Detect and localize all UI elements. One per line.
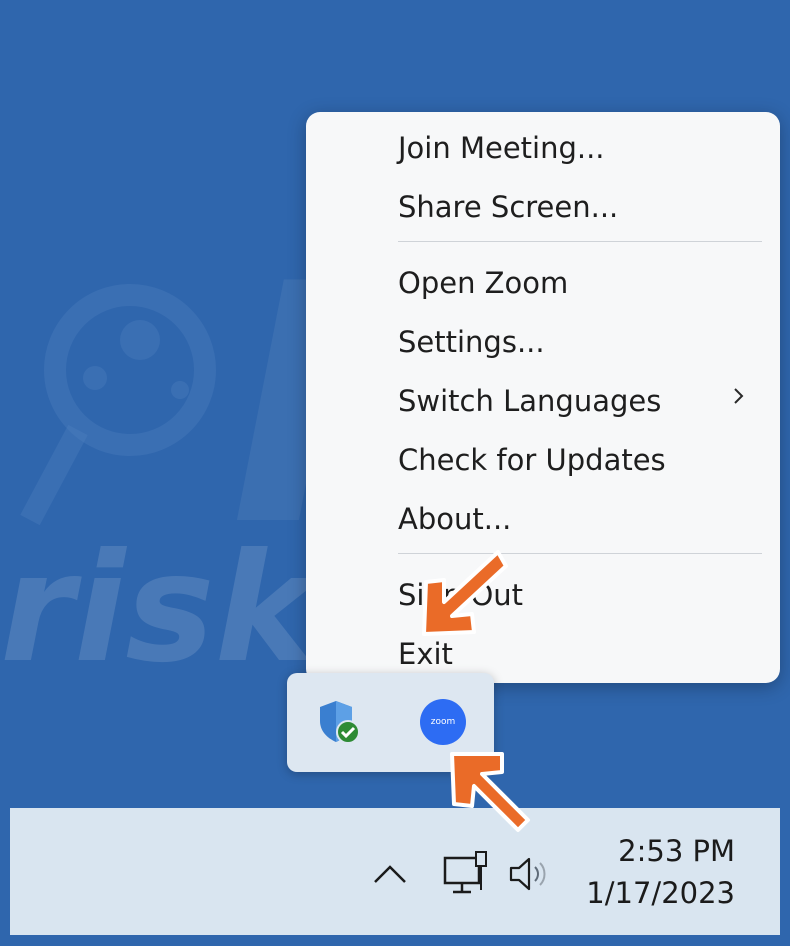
menu-item-join-meeting[interactable]: Join Meeting... xyxy=(398,130,605,166)
zoom-context-menu: Join Meeting... Share Screen... Open Zoo… xyxy=(306,112,780,683)
menu-item-settings[interactable]: Settings... xyxy=(398,324,545,360)
menu-separator xyxy=(398,241,762,242)
menu-item-share-screen[interactable]: Share Screen... xyxy=(398,189,618,225)
menu-item-open-zoom[interactable]: Open Zoom xyxy=(398,265,568,301)
taskbar: 2:53 PM 1/17/2023 xyxy=(10,808,780,935)
clock-time: 2:53 PM xyxy=(618,834,735,868)
menu-item-switch-languages[interactable]: Switch Languages xyxy=(398,383,661,419)
zoom-icon-label: zoom xyxy=(430,717,456,727)
chevron-right-icon xyxy=(734,388,744,404)
network-icon[interactable] xyxy=(442,850,492,898)
volume-icon[interactable] xyxy=(507,854,555,894)
chevron-up-icon[interactable] xyxy=(370,858,410,888)
clock-date: 1/17/2023 xyxy=(586,876,735,910)
system-clock[interactable]: 2:53 PM 1/17/2023 xyxy=(575,830,735,914)
menu-item-exit[interactable]: Exit xyxy=(398,636,453,672)
windows-security-icon[interactable] xyxy=(314,697,364,747)
zoom-icon[interactable]: zoom xyxy=(420,699,466,745)
menu-item-check-updates[interactable]: Check for Updates xyxy=(398,442,666,478)
menu-item-sign-out[interactable]: Sign Out xyxy=(398,577,523,613)
tray-overflow-flyout: zoom xyxy=(287,673,494,772)
menu-item-about[interactable]: About... xyxy=(398,501,511,537)
menu-separator xyxy=(398,553,762,554)
